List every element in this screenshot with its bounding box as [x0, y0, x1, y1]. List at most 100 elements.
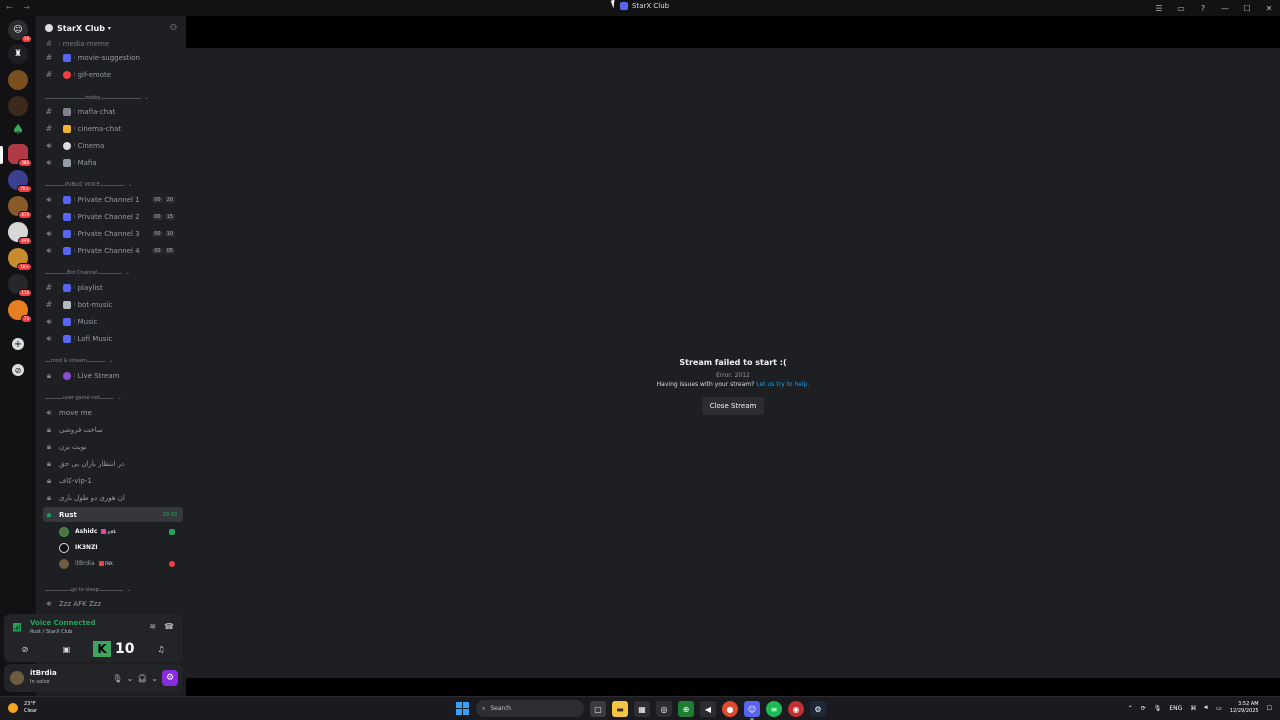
voice-location[interactable]: Rust / StarX Club	[30, 629, 72, 635]
volume-icon[interactable]: 🔊︎	[1204, 704, 1208, 712]
battery-icon[interactable]: ▭	[1216, 705, 1222, 712]
voice-channel-private-1[interactable]: 🔊︎ ⁞ Private Channel 1 00 20	[43, 192, 183, 207]
voice-channel-afk[interactable]: 🔊︎ Zzz AFK Zzz	[43, 596, 183, 611]
voice-user[interactable]: IK3NZI	[59, 540, 183, 555]
discord-icon[interactable]: ☺	[744, 701, 760, 720]
avatar[interactable]	[10, 671, 24, 685]
category-mod-stream[interactable]: mod & stream ⌄	[45, 356, 183, 366]
voice-channel-live-stream[interactable]: 🔒︎ ⁞ Live Stream	[43, 368, 183, 383]
server-icon-9[interactable]: 116	[8, 274, 32, 297]
xbox-icon[interactable]: ⊕	[678, 701, 694, 717]
voice-channel-locked-2[interactable]: 🔒︎ نوبت بزن	[43, 439, 183, 454]
minimize-button[interactable]: —	[1214, 4, 1236, 13]
channel-playlist[interactable]: # ⁞ playlist	[43, 280, 183, 295]
lock-icon: 🔒︎	[46, 509, 52, 519]
server-icon-5[interactable]: 7K+	[8, 170, 32, 193]
spade-server-icon[interactable]: ♠	[8, 120, 28, 140]
help-icon[interactable]: ?	[1192, 4, 1214, 13]
voice-channel-private-3[interactable]: 🔊︎ ⁞ Private Channel 3 00 10	[43, 226, 183, 241]
disconnect-icon[interactable]: ☎	[164, 622, 174, 631]
signal-icon[interactable]: 📶︎	[12, 623, 22, 632]
discover-icon[interactable]: ⊘	[12, 364, 24, 376]
category-go-to-sleep[interactable]: go to sleep ⌄	[45, 585, 183, 595]
sync-icon[interactable]: ⟳	[1141, 705, 1146, 712]
microphone-icon[interactable]: 🎙︎	[1154, 705, 1162, 712]
nav-arrows[interactable]: ← →	[6, 3, 34, 12]
channel-mafia-chat[interactable]: # ⁞ mafia-chat	[43, 104, 183, 119]
voice-connected-label[interactable]: Voice Connected	[30, 619, 96, 627]
microphone-icon[interactable]: 🎙︎	[112, 674, 122, 683]
server-icon-3[interactable]	[8, 96, 28, 116]
help-link[interactable]: Let us try to help.	[756, 381, 809, 388]
server-icon-6[interactable]: 819	[8, 196, 32, 219]
voice-user[interactable]: Ashidc ஜoL	[59, 524, 183, 539]
voice-channel-locked-3[interactable]: 🔒︎ در انتظار باران بی حق	[43, 456, 183, 471]
voice-channel-locked-1[interactable]: 🔒︎ ساخت فروشی	[43, 422, 183, 437]
maximize-button[interactable]: ☐	[1236, 4, 1258, 13]
voice-channel-private-2[interactable]: 🔊︎ ⁞ Private Channel 2 00 15	[43, 209, 183, 224]
server-icon-10[interactable]: 73	[8, 300, 32, 323]
category-bot-channel[interactable]: Bot Channel ⌄	[45, 268, 183, 278]
network-icon[interactable]: ⌘	[1190, 705, 1196, 712]
chevron-down-icon[interactable]: ⌄	[151, 674, 158, 683]
screen-share-button[interactable]: ▣	[52, 641, 82, 657]
voice-channel-private-4[interactable]: 🔊︎ ⁞ Private Channel 4 00 05	[43, 243, 183, 258]
threads-icon[interactable]: ☰	[1148, 4, 1170, 13]
voice-channel-lofi[interactable]: 🔊︎ ⁞ Lofi Music	[43, 331, 183, 346]
close-window-button[interactable]: ✕	[1258, 4, 1280, 13]
headphones-icon[interactable]: 🎧︎	[137, 674, 147, 683]
channel-media-meme[interactable]: # ⁞ media-meme	[43, 36, 183, 51]
server-icon-2[interactable]	[8, 70, 28, 90]
camera-off-button[interactable]: ⊘	[10, 641, 40, 657]
channel-gif-emote[interactable]: # ⁞ gif-emote	[43, 67, 183, 82]
taskbar-search[interactable]: ⌕ Search	[476, 700, 584, 717]
voice-user[interactable]: itBrdia FNX	[59, 556, 183, 571]
voice-channel-move-me[interactable]: 🔊︎ move me	[43, 405, 183, 420]
clock[interactable]: 3:52 AM 12/29/2025	[1230, 701, 1259, 715]
server-icon-7[interactable]: 499	[8, 222, 32, 245]
channel-cinema-chat[interactable]: # ⁞ cinema-chat	[43, 121, 183, 136]
voice-channel-locked-5[interactable]: 🔒︎ ان هوری دو طول باری	[43, 490, 183, 505]
store-icon[interactable]: ▦	[634, 701, 650, 717]
server-icon-1[interactable]: ♜	[8, 44, 28, 64]
settings-gear-icon[interactable]: ⚙	[162, 670, 178, 686]
soundboard-button[interactable]: ♫	[146, 641, 176, 657]
chevron-up-icon[interactable]: ⌃	[1128, 705, 1133, 712]
windows-start-icon[interactable]	[456, 702, 469, 715]
chevron-down-icon[interactable]: ⌄	[126, 674, 133, 683]
weather-widget[interactable]: 23°F Clear	[8, 701, 37, 715]
spotify-icon[interactable]: ≡	[766, 701, 782, 717]
app-icon-red[interactable]: ◉	[788, 701, 804, 717]
task-view-icon[interactable]: ▢	[590, 701, 606, 717]
category-hobby[interactable]: hobby ⌄	[45, 93, 183, 103]
server-icon-8[interactable]: 1K+	[8, 248, 32, 271]
voice-channel-cinema[interactable]: 🔊︎ ⁞ Cinema	[43, 138, 183, 153]
voice-channel-music[interactable]: 🔊︎ ⁞ Music	[43, 314, 183, 329]
steam-icon[interactable]: ⚙	[810, 701, 826, 717]
category-user-game-net[interactable]: user game net ⌄	[45, 393, 183, 403]
file-explorer-icon[interactable]: ▬	[612, 701, 628, 717]
category-public-voice[interactable]: PUBLIC VOICE ⌄	[45, 180, 183, 190]
close-stream-button[interactable]: Close Stream	[702, 397, 764, 415]
voice-channel-rust[interactable]: 🔒︎ Rust 29:10	[43, 507, 183, 522]
hash-icon: #	[45, 283, 53, 292]
language-indicator[interactable]: ENG	[1169, 705, 1182, 712]
server-badge: 73	[20, 315, 32, 323]
server-icon-starx[interactable]: 386	[8, 144, 32, 167]
channel-bot-music[interactable]: # ⁞ bot-music	[43, 297, 183, 312]
server-badge: 7K+	[17, 185, 32, 193]
direct-messages-icon[interactable]: ☺ 19	[8, 20, 32, 43]
noise-suppression-icon[interactable]: ≋	[149, 622, 156, 631]
epic-icon[interactable]: ◀	[700, 701, 716, 717]
notifications-icon[interactable]: ☐	[1267, 705, 1272, 712]
add-server-icon[interactable]: +	[12, 338, 24, 350]
channel-label: در انتظار باران بی حق	[59, 459, 125, 468]
invite-people-icon[interactable]: ⚇	[170, 23, 177, 32]
voice-channel-mafia[interactable]: 🔊︎ ⁞ Mafia	[43, 155, 183, 170]
inbox-icon[interactable]: ▭	[1170, 4, 1192, 13]
chrome-icon[interactable]: ●	[722, 701, 738, 717]
app-icon[interactable]: ◎	[656, 701, 672, 717]
channel-movie-suggestion[interactable]: # ⁞ movie-suggestion	[43, 50, 183, 65]
voice-channel-vip[interactable]: 🔒︎ کاف-vip-1	[43, 473, 183, 488]
username[interactable]: itBrdia	[30, 669, 57, 677]
